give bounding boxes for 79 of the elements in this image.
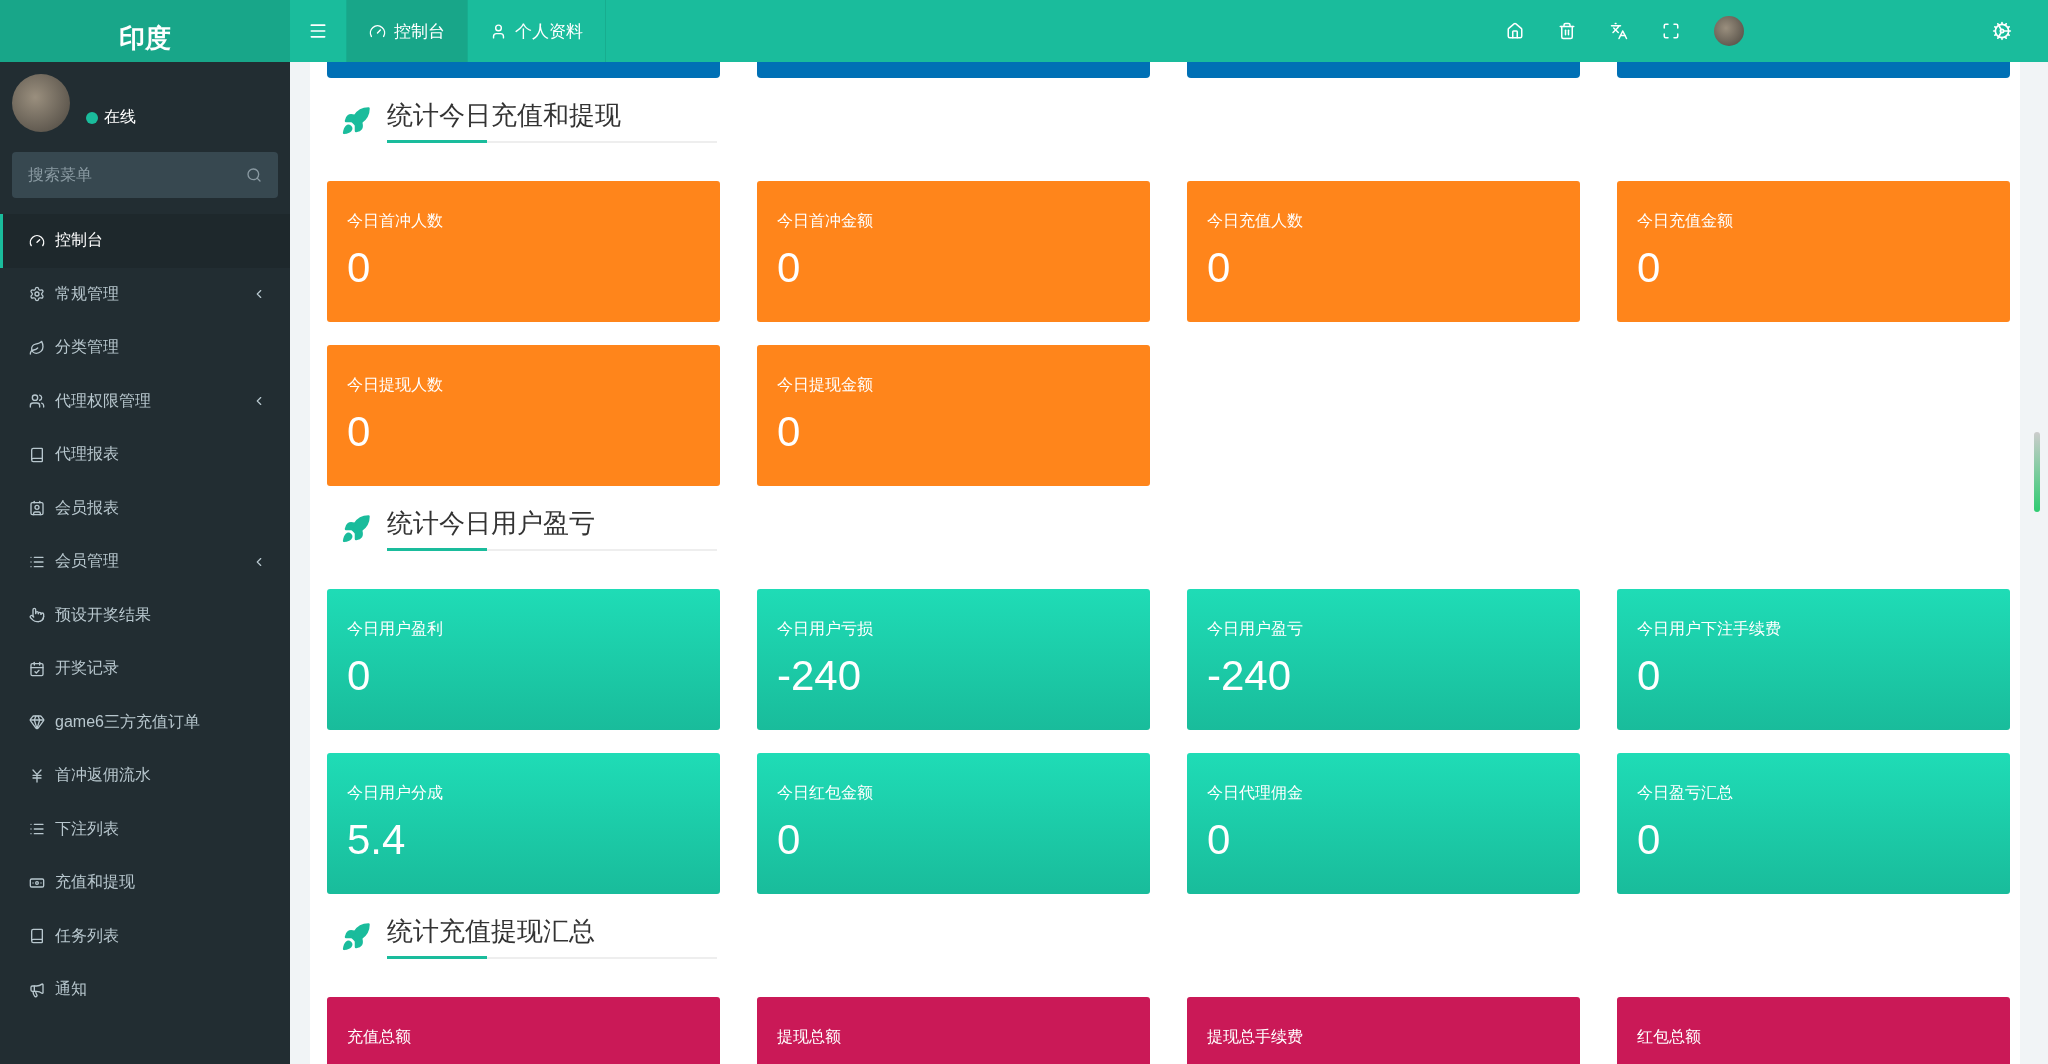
calendar-check-icon: [29, 660, 45, 677]
stat-label: 今日首冲金额: [777, 211, 874, 231]
stat-value: -240: [777, 652, 863, 700]
sidebar-item[interactable]: game6三方充值订单: [0, 695, 290, 749]
settings-icon[interactable]: [1992, 21, 2012, 41]
stat-label: 红包总额: [1637, 1027, 1702, 1047]
rocket-icon: [341, 513, 371, 544]
book-icon: [29, 446, 45, 463]
sidebar-item[interactable]: 分类管理: [0, 321, 290, 375]
section-title: 统计今日用户盈亏: [387, 507, 596, 540]
users-icon: [29, 393, 45, 410]
stat-value: 0: [1207, 816, 1232, 864]
menu-icon: [308, 21, 328, 41]
logo-text: 印度: [0, 0, 290, 62]
stat-label: 今日用户下注手续费: [1637, 619, 1782, 639]
diamond-icon: [29, 714, 45, 731]
contact-card-icon: [29, 500, 45, 517]
section-title: 统计充值提现汇总: [387, 915, 596, 948]
stat-label: 今日提现人数: [347, 375, 444, 395]
stat-value: 0: [347, 408, 372, 456]
sidebar-item[interactable]: 开奖记录: [0, 642, 290, 696]
gears-icon: [29, 286, 45, 303]
home-icon[interactable]: [1506, 22, 1524, 40]
user-avatar[interactable]: [1714, 16, 1744, 46]
gauge-icon: [29, 232, 45, 249]
sidebar-item[interactable]: 控制台: [0, 214, 290, 268]
sidebar-item[interactable]: 预设开奖结果: [0, 588, 290, 642]
sidebar-item[interactable]: 常规管理: [0, 267, 290, 321]
trash-icon[interactable]: [1558, 22, 1576, 40]
translate-icon[interactable]: [1610, 22, 1628, 40]
yen-icon: [29, 767, 45, 784]
stat-label: 今日红包金额: [777, 783, 874, 803]
stat-label: 提现总额: [777, 1027, 842, 1047]
sidebar-item[interactable]: 充值和提现: [0, 856, 290, 910]
stat-label: 充值总额: [347, 1027, 412, 1047]
rocket-icon: [341, 105, 371, 136]
stat-value: 0: [777, 244, 802, 292]
sidebar-item[interactable]: 会员管理: [0, 535, 290, 589]
stat-value: 0: [1637, 652, 1662, 700]
stat-value: 0: [347, 244, 372, 292]
sidebar-item[interactable]: 任务列表: [0, 909, 290, 963]
sidebar-item[interactable]: 下注列表: [0, 802, 290, 856]
sidebar-item[interactable]: 代理报表: [0, 428, 290, 482]
stat-value: -240: [1207, 652, 1293, 700]
book-icon: [29, 928, 45, 945]
search-field[interactable]: 搜索菜单: [12, 152, 278, 198]
user-icon: [490, 22, 507, 40]
stat-label: 今日充值金额: [1637, 211, 1734, 231]
search-icon: [246, 167, 262, 183]
fullscreen-icon[interactable]: [1662, 22, 1680, 40]
stat-value: 0: [1637, 816, 1662, 864]
stat-label: 今日用户分成: [347, 783, 444, 803]
sidebar-item[interactable]: 通知: [0, 963, 290, 1017]
scrollbar-thumb[interactable]: [2034, 432, 2040, 512]
stat-label: 今日充值人数: [1207, 211, 1304, 231]
hand-pointer-icon: [29, 607, 45, 624]
stat-label: 今日提现金额: [777, 375, 874, 395]
gauge-icon: [369, 22, 386, 40]
stat-label: 今日首冲人数: [347, 211, 444, 231]
stat-label: 今日盈亏汇总: [1637, 783, 1734, 803]
stat-label: 今日代理佣金: [1207, 783, 1304, 803]
stat-label: 今日用户亏损: [777, 619, 874, 639]
stat-value: 0: [347, 652, 372, 700]
stat-value: 0: [777, 816, 802, 864]
stat-value: 0: [1637, 244, 1662, 292]
sidebar-item[interactable]: 首冲返佣流水: [0, 749, 290, 803]
section-title: 统计今日充值和提现: [387, 99, 622, 132]
megaphone-icon: [29, 981, 45, 998]
rocket-icon: [341, 921, 371, 952]
stat-value: 0: [1207, 244, 1232, 292]
sidebar-item[interactable]: 会员报表: [0, 481, 290, 535]
stat-label: 提现总手续费: [1207, 1027, 1304, 1047]
sidebar-item[interactable]: 代理权限管理: [0, 374, 290, 428]
stat-label: 今日用户盈利: [347, 619, 444, 639]
stat-value: 0: [777, 408, 802, 456]
stat-value: 5.4: [347, 816, 407, 864]
online-status: 在线: [86, 107, 136, 132]
leaf-icon: [29, 339, 45, 356]
stat-label: 今日用户盈亏: [1207, 619, 1304, 639]
